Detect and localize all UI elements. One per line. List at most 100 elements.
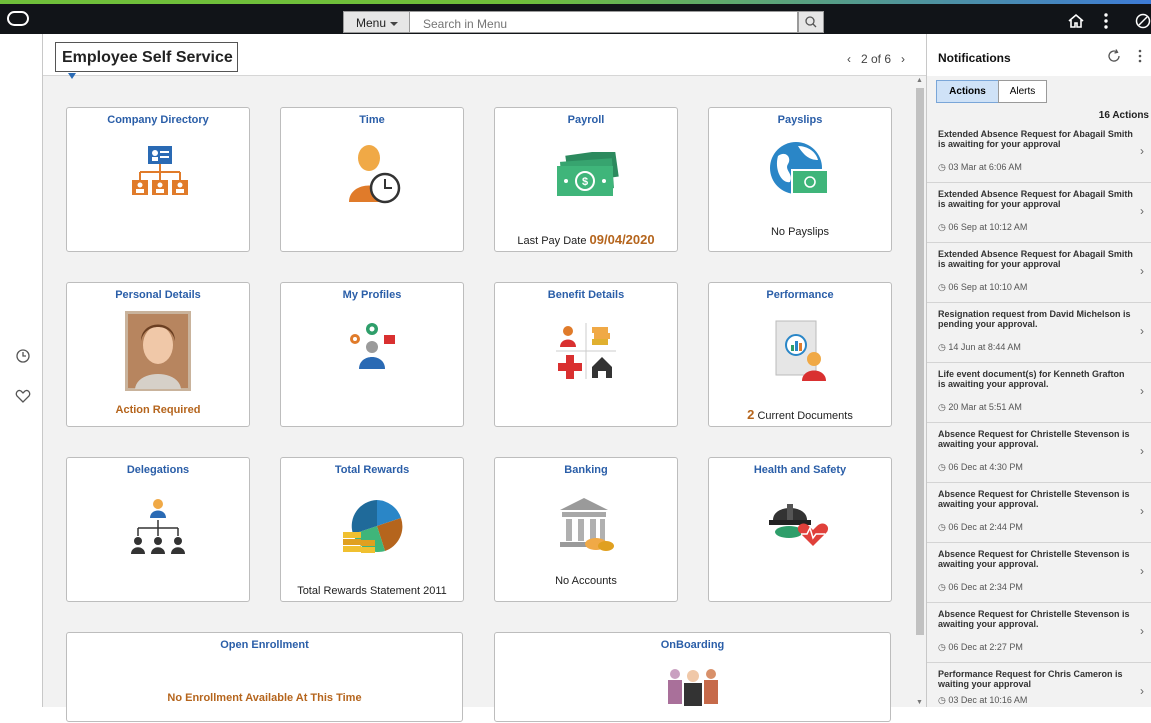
clock-icon: ◷ — [938, 222, 946, 232]
photo-icon — [125, 311, 191, 391]
navbar-compass-icon[interactable] — [1135, 12, 1151, 30]
clock-icon: ◷ — [938, 522, 946, 532]
refresh-icon[interactable] — [1107, 49, 1121, 63]
next-page-icon[interactable]: › — [901, 52, 905, 66]
tile-company-directory[interactable]: Company Directory — [66, 107, 250, 252]
notification-item[interactable]: Extended Absence Request for Abagail Smi… — [927, 123, 1151, 183]
homepage-pager: ‹ 2 of 6 › — [842, 52, 910, 66]
chevron-right-icon: › — [1140, 564, 1144, 578]
notification-date-text: 20 Mar at 5:51 AM — [948, 402, 1022, 412]
notifications-menu-icon[interactable] — [1138, 49, 1142, 63]
tile-title: Company Directory — [107, 114, 209, 126]
tile-title: Payroll — [567, 114, 605, 126]
top-banner: Menu — [0, 4, 1151, 34]
left-rail — [0, 34, 43, 707]
notification-item[interactable]: Performance Request for Chris Cameron is… — [927, 663, 1151, 723]
homepage-header: Employee Self Service ‹ 2 of 6 › — [43, 34, 926, 79]
scroll-up-icon[interactable]: ▲ — [916, 77, 923, 84]
tab-alerts[interactable]: Alerts — [998, 80, 1047, 103]
tile-footer: No Accounts — [555, 575, 617, 587]
money-icon: $ — [557, 152, 619, 196]
notification-date: ◷ 14 Jun at 8:44 AM — [938, 342, 1021, 353]
notification-date: ◷ 20 Mar at 5:51 AM — [938, 402, 1022, 413]
last-pay-date-value: 09/04/2020 — [589, 232, 655, 247]
search-button[interactable] — [798, 11, 824, 33]
notification-date: ◷ 06 Dec at 2:34 PM — [938, 582, 1023, 593]
homepage-selector[interactable]: Employee Self Service — [55, 42, 238, 79]
chevron-right-icon: › — [1140, 144, 1144, 158]
tile-personal-details[interactable]: Personal Details Action Required — [66, 282, 250, 427]
tile-title: OnBoarding — [660, 639, 725, 651]
svg-text:$: $ — [582, 176, 588, 188]
person-clock-icon — [349, 145, 401, 204]
notification-date-text: 03 Mar at 6:06 AM — [948, 162, 1022, 172]
tile-title: Performance — [766, 289, 834, 301]
scrollbar-thumb[interactable] — [916, 88, 924, 635]
profiles-icon — [350, 323, 395, 369]
notification-item[interactable]: Life event document(s) for Kenneth Graft… — [927, 363, 1151, 423]
tile-title: My Profiles — [342, 289, 402, 301]
notification-date: ◷ 06 Sep at 10:10 AM — [938, 282, 1027, 293]
clock-icon: ◷ — [938, 695, 946, 705]
tile-onboarding[interactable]: OnBoarding — [494, 632, 891, 722]
notification-date: ◷ 03 Mar at 6:06 AM — [938, 162, 1022, 173]
tile-delegations[interactable]: Delegations — [66, 457, 250, 602]
notification-item[interactable]: Extended Absence Request for Abagail Smi… — [927, 243, 1151, 303]
favorites-heart-icon[interactable] — [15, 388, 31, 404]
tile-title: Personal Details — [115, 289, 201, 301]
app-logo-icon[interactable] — [7, 11, 29, 26]
notification-item[interactable]: Absence Request for Christelle Stevenson… — [927, 423, 1151, 483]
notification-date: ◷ 06 Dec at 2:44 PM — [938, 522, 1023, 533]
notification-text: Extended Absence Request for Abagail Smi… — [938, 189, 1133, 209]
tab-actions[interactable]: Actions — [936, 80, 999, 103]
notification-item[interactable]: Resignation request from David Michelson… — [927, 303, 1151, 363]
clock-icon: ◷ — [938, 162, 946, 172]
main-content: Employee Self Service ‹ 2 of 6 › ▲ ▼ Compa… — [43, 34, 926, 722]
main-scrollbar[interactable]: ▲ ▼ — [914, 76, 926, 707]
tile-time[interactable]: Time — [280, 107, 464, 252]
recently-visited-icon[interactable] — [15, 348, 31, 364]
tile-footer: Total Rewards Statement 2011 — [297, 585, 447, 597]
search-input[interactable] — [410, 11, 798, 33]
chevron-right-icon: › — [1140, 204, 1144, 218]
tile-title: Payslips — [777, 114, 823, 126]
previous-page-icon[interactable]: ‹ — [847, 52, 851, 66]
chevron-right-icon: › — [1140, 324, 1144, 338]
notification-item[interactable]: Absence Request for Christelle Stevenson… — [927, 603, 1151, 663]
notification-date: ◷ 06 Sep at 10:12 AM — [938, 222, 1027, 233]
notification-item[interactable]: Absence Request for Christelle Stevenson… — [927, 483, 1151, 543]
menu-label: Menu — [356, 16, 387, 30]
notification-date-text: 06 Dec at 2:34 PM — [948, 582, 1023, 592]
chevron-right-icon: › — [1140, 384, 1144, 398]
tile-health-and-safety[interactable]: Health and Safety — [708, 457, 892, 602]
scroll-down-icon[interactable]: ▼ — [916, 699, 923, 706]
clock-icon: ◷ — [938, 402, 946, 412]
benefits-icon — [556, 323, 616, 379]
tile-benefit-details[interactable]: Benefit Details — [494, 282, 678, 427]
tile-my-profiles[interactable]: My Profiles — [280, 282, 464, 427]
tile-performance[interactable]: Performance 2 Current Documents — [708, 282, 892, 427]
globe-money-icon — [770, 142, 829, 195]
chevron-right-icon: › — [1140, 684, 1144, 698]
tile-payroll[interactable]: Payroll $ Last Pay Date 09/04/2020 — [494, 107, 678, 252]
menu-dropdown-button[interactable]: Menu — [343, 11, 410, 33]
notification-item[interactable]: Absence Request for Christelle Stevenson… — [927, 543, 1151, 603]
tile-total-rewards[interactable]: Total Rewards Total Rewards Statement 20… — [280, 457, 464, 602]
home-icon[interactable] — [1067, 12, 1085, 30]
search-icon — [805, 16, 817, 28]
notification-item[interactable]: Extended Absence Request for Abagail Smi… — [927, 183, 1151, 243]
bank-icon — [560, 498, 614, 551]
tile-open-enrollment[interactable]: Open Enrollment No Enrollment Available … — [66, 632, 463, 722]
tile-title: Delegations — [126, 464, 190, 476]
tile-banking[interactable]: Banking No Accounts — [494, 457, 678, 602]
tile-title: Banking — [564, 464, 608, 476]
actions-menu-icon[interactable] — [1103, 12, 1109, 30]
tile-payslips[interactable]: Payslips No Payslips — [708, 107, 892, 252]
clock-icon: ◷ — [938, 582, 946, 592]
tile-title: Open Enrollment — [220, 639, 309, 651]
tile-title: Total Rewards — [334, 464, 410, 476]
current-documents-count: 2 — [747, 407, 755, 422]
tile-footer: Last Pay Date 09/04/2020 — [495, 232, 677, 247]
clock-icon: ◷ — [938, 462, 946, 472]
tile-footer: Action Required — [115, 404, 201, 416]
